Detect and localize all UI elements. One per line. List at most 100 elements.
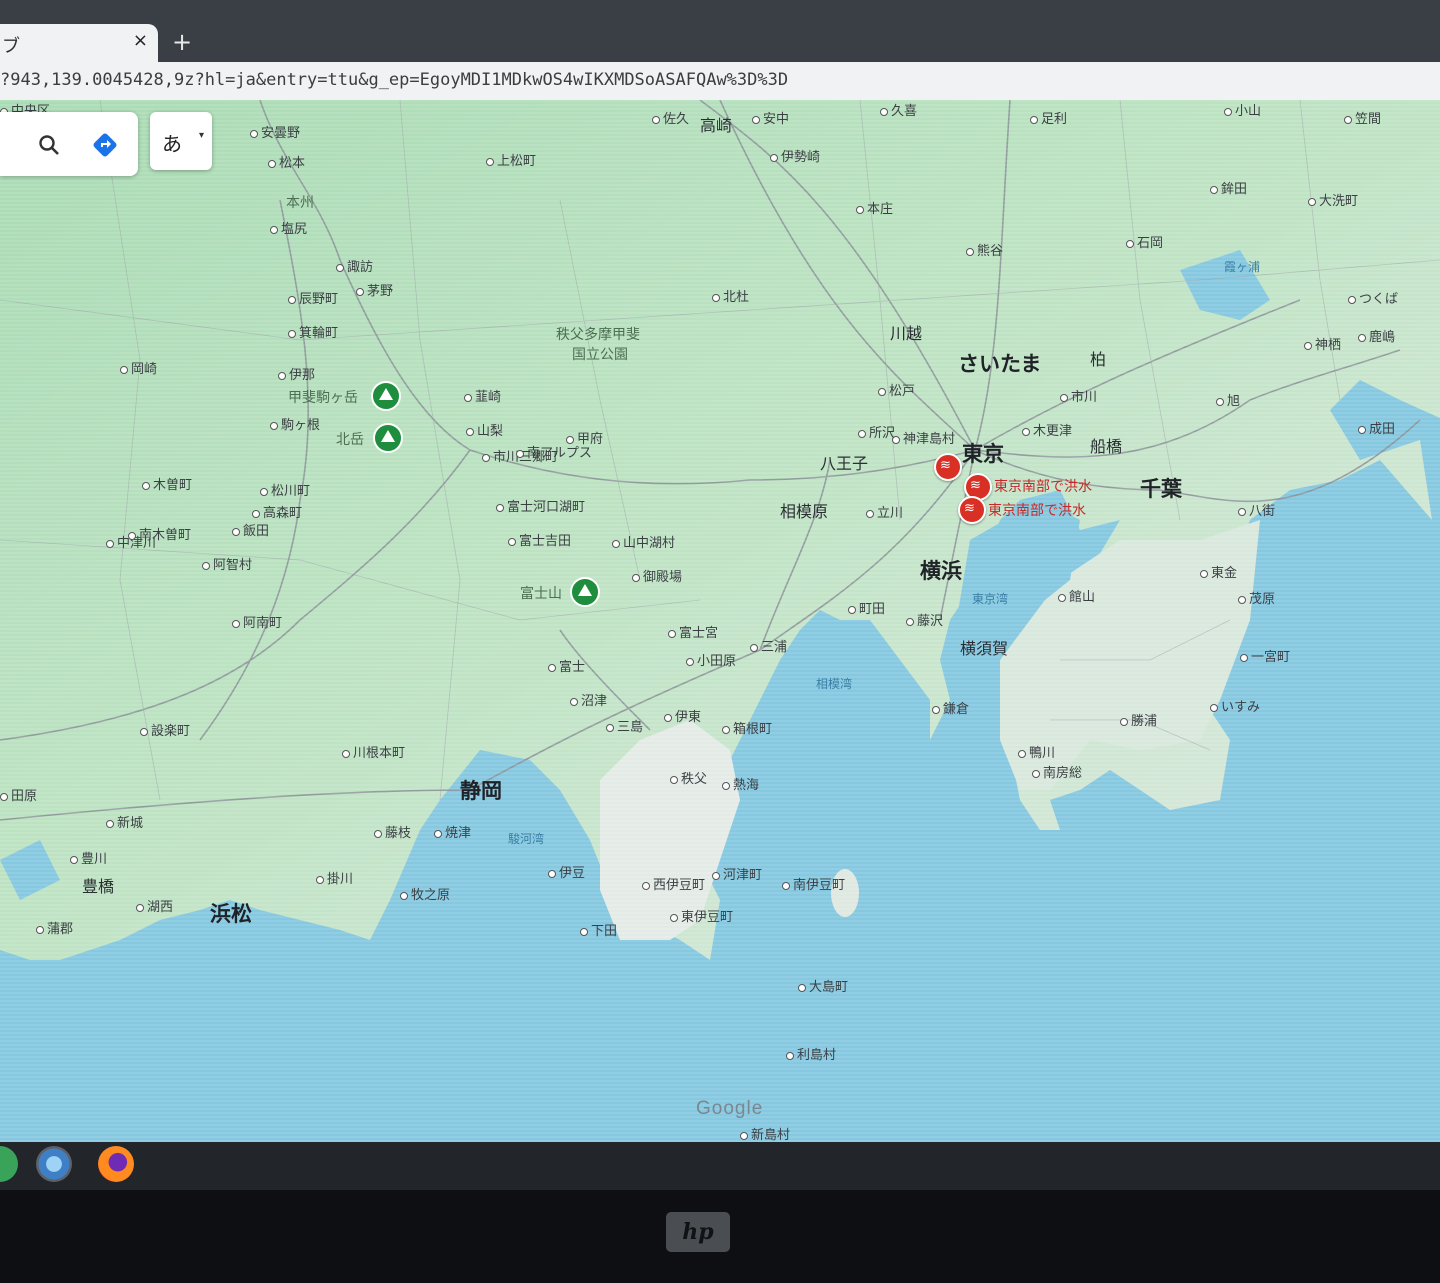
tab-close-icon[interactable]: ×	[133, 30, 148, 51]
place-marker-icon	[858, 429, 866, 438]
town-label: 南伊豆町	[782, 874, 845, 893]
place-marker-icon	[1240, 653, 1248, 662]
place-marker-icon	[880, 107, 888, 116]
place-marker-icon	[752, 115, 760, 124]
place-marker-icon	[482, 453, 490, 462]
place-marker-icon	[580, 927, 588, 936]
flood-alert-label[interactable]: 東京南部で洪水	[988, 500, 1086, 520]
place-marker-icon	[892, 435, 900, 444]
town-label: 松戸	[878, 380, 915, 399]
town-label: 高森町	[252, 502, 302, 521]
search-icon[interactable]	[38, 134, 60, 156]
park-label: 秩父多摩甲斐	[556, 327, 640, 343]
town-label: 飯田	[232, 520, 269, 539]
flood-icon: ≋	[940, 458, 951, 473]
town-label: 利島村	[786, 1044, 836, 1063]
place-marker-icon	[642, 881, 650, 890]
place-marker-icon	[288, 295, 296, 304]
town-label: 牧之原	[400, 884, 450, 903]
mountain-peak-icon[interactable]	[371, 381, 401, 411]
firefox-icon[interactable]	[98, 1146, 134, 1182]
chevron-down-icon: ▾	[198, 130, 204, 141]
town-label: 本庄	[856, 198, 893, 217]
place-marker-icon	[0, 792, 8, 801]
map-graphic	[0, 100, 1440, 1142]
directions-icon[interactable]	[92, 132, 118, 158]
place-marker-icon	[142, 481, 150, 490]
place-marker-icon	[106, 819, 114, 828]
city-label: 東京	[962, 442, 1004, 466]
flood-alert-label[interactable]: 東京南部で洪水	[994, 476, 1092, 496]
city-label: 横浜	[920, 559, 962, 583]
place-marker-icon	[548, 663, 556, 672]
town-label: 松川町	[260, 480, 310, 499]
place-marker-icon	[1126, 239, 1134, 248]
sea-label: 駿河湾	[508, 832, 545, 846]
town-label: 熱海	[722, 774, 759, 793]
place-marker-icon	[260, 487, 268, 496]
place-marker-icon	[1238, 507, 1246, 516]
map-canvas[interactable]: ≋ ≋ ≋ 東京 さいたま 横浜 千葉 静岡 浜松 高崎 川越 八王子 相模原 …	[0, 100, 1440, 1142]
town-label: 富士河口湖町	[496, 496, 585, 515]
town-label: 西伊豆町	[642, 874, 705, 893]
ime-label: あ	[162, 132, 182, 156]
town-label: 箕輪町	[288, 322, 338, 341]
town-label: 石岡	[1126, 232, 1163, 251]
app-icon[interactable]	[0, 1146, 18, 1182]
browser-tab[interactable]: ブ ×	[0, 24, 158, 62]
town-label: 豊川	[70, 848, 107, 867]
input-tools-button[interactable]: あ ▾	[150, 112, 212, 170]
place-marker-icon	[848, 605, 856, 614]
town-label: 伊勢崎	[770, 146, 820, 165]
flood-alert-pin[interactable]: ≋	[958, 496, 986, 524]
mountain-peak-icon[interactable]	[373, 423, 403, 453]
town-label: 久喜	[880, 100, 917, 119]
town-label: 御殿場	[632, 566, 682, 585]
place-marker-icon	[740, 1131, 748, 1140]
town-label: 大洗町	[1308, 190, 1358, 209]
town-label: 旭	[1216, 390, 1240, 409]
mountain-peak-icon[interactable]	[570, 577, 600, 607]
town-label: 川根本町	[342, 742, 405, 761]
place-marker-icon	[1344, 115, 1352, 124]
address-bar[interactable]: ?943,139.0045428,9z?hl=ja&entry=ttu&g_ep…	[0, 62, 1440, 101]
place-marker-icon	[866, 509, 874, 518]
place-marker-icon	[712, 293, 720, 302]
flood-alert-pin[interactable]: ≋	[934, 453, 962, 481]
city-label: 静岡	[460, 779, 502, 803]
place-marker-icon	[670, 913, 678, 922]
town-label: 伊豆	[548, 862, 585, 881]
place-marker-icon	[464, 393, 472, 402]
google-logo: Google	[696, 1098, 764, 1119]
sea-label: 霞ヶ浦	[1224, 260, 1261, 274]
place-marker-icon	[1032, 769, 1040, 778]
city-label: 柏	[1090, 350, 1107, 369]
town-label: 町田	[848, 598, 885, 617]
town-label: 所沢	[858, 422, 895, 441]
town-label: 佐久	[652, 108, 689, 127]
town-label: 安中	[752, 108, 789, 127]
place-marker-icon	[670, 775, 678, 784]
flood-icon: ≋	[970, 478, 981, 493]
place-marker-icon	[140, 727, 148, 736]
town-label: 山梨	[466, 420, 503, 439]
map-search-box[interactable]	[0, 112, 138, 176]
place-marker-icon	[1210, 185, 1218, 194]
place-marker-icon	[606, 723, 614, 732]
new-tab-button[interactable]: +	[172, 28, 192, 56]
url-text[interactable]: ?943,139.0045428,9z?hl=ja&entry=ttu&g_ep…	[0, 70, 788, 90]
place-marker-icon	[496, 503, 504, 512]
place-marker-icon	[548, 869, 556, 878]
city-label: 船橋	[1090, 437, 1123, 456]
peak-label: 富士山	[520, 586, 562, 602]
browser-icon[interactable]	[36, 1146, 72, 1182]
city-label: 豊橋	[82, 877, 115, 896]
town-label: 富士吉田	[508, 530, 571, 549]
place-marker-icon	[136, 903, 144, 912]
city-label: 川越	[890, 324, 923, 343]
town-label: 新城	[106, 812, 143, 831]
town-label: 河津町	[712, 864, 762, 883]
city-label: 浜松	[210, 902, 252, 926]
place-marker-icon	[668, 629, 676, 638]
place-marker-icon	[288, 329, 296, 338]
